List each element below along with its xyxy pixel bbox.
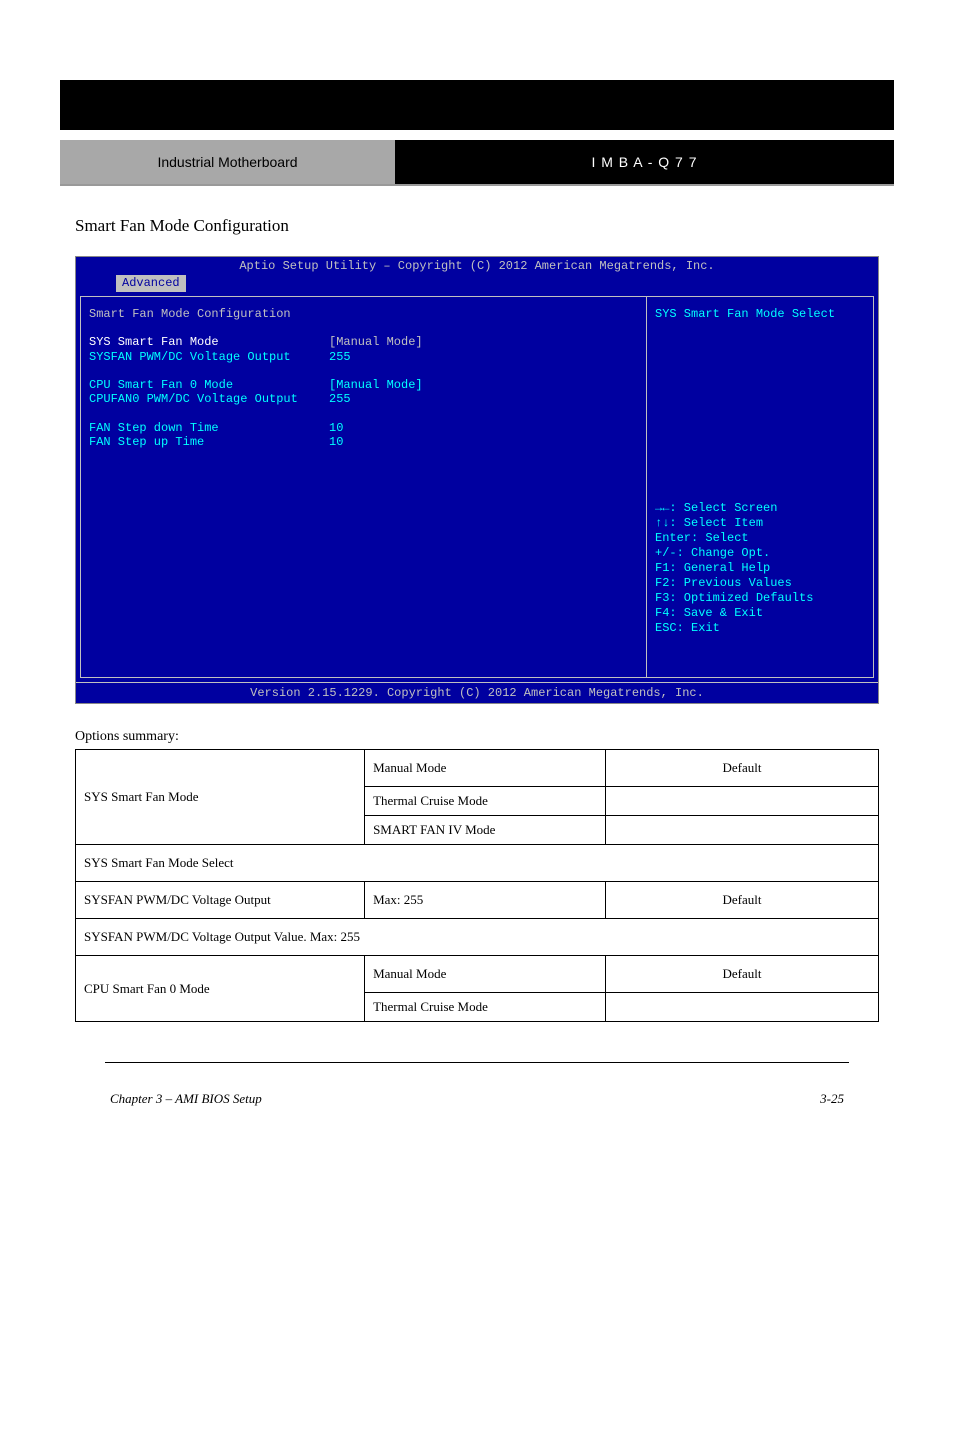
table-row: SYSFAN PWM/DC Voltage Output Max: 255 De… (76, 882, 879, 919)
option-cell: Manual Mode (365, 750, 606, 787)
bios-row: CPU Smart Fan 0 Mode[Manual Mode] (89, 378, 638, 392)
bios-row-value: 10 (329, 435, 343, 449)
footer-divider (105, 1062, 849, 1063)
desc-cell: SYS Smart Fan Mode Select (76, 845, 879, 882)
footer-right: 3-25 (820, 1091, 844, 1107)
bios-tab-advanced: Advanced (116, 275, 186, 291)
table-row: SYSFAN PWM/DC Voltage Output Value. Max:… (76, 919, 879, 956)
default-cell: Default (605, 750, 878, 787)
setting-cell: SYS Smart Fan Mode (76, 750, 365, 845)
bios-help-line: ESC: Exit (655, 621, 865, 636)
bios-row: FAN Step up Time10 (89, 435, 638, 449)
section-title: Smart Fan Mode Configuration (75, 216, 894, 236)
bios-row-label: FAN Step up Time (89, 435, 329, 449)
default-cell (605, 787, 878, 816)
table-row: SYS Smart Fan Mode Manual Mode Default (76, 750, 879, 787)
bios-side-description: SYS Smart Fan Mode Select (655, 307, 865, 321)
bios-side-panel: SYS Smart Fan Mode Select →←: Select Scr… (647, 296, 874, 678)
bios-help-line: +/-: Change Opt. (655, 546, 865, 561)
bios-row-value: 255 (329, 350, 351, 364)
bios-help-line: →←: Select Screen (655, 501, 865, 516)
bios-body: Smart Fan Mode Configuration SYS Smart F… (76, 292, 878, 682)
option-cell: Max: 255 (365, 882, 606, 919)
bios-row: FAN Step down Time10 (89, 421, 638, 435)
bios-row: SYS Smart Fan Mode[Manual Mode] (89, 335, 638, 349)
bios-help-line: F3: Optimized Defaults (655, 591, 865, 606)
bios-help-line: F4: Save & Exit (655, 606, 865, 621)
setting-cell: CPU Smart Fan 0 Mode (76, 956, 365, 1022)
option-cell: SMART FAN IV Mode (365, 816, 606, 845)
setting-cell: SYSFAN PWM/DC Voltage Output (76, 882, 365, 919)
bios-help-line: ↑↓: Select Item (655, 516, 865, 531)
default-cell (605, 816, 878, 845)
default-cell: Default (605, 956, 878, 993)
desc-cell: SYSFAN PWM/DC Voltage Output Value. Max:… (76, 919, 879, 956)
bios-row: CPUFAN0 PWM/DC Voltage Output255 (89, 392, 638, 406)
table-row: SYS Smart Fan Mode Select (76, 845, 879, 882)
bios-main-panel: Smart Fan Mode Configuration SYS Smart F… (80, 296, 647, 678)
header-right-cell: I M B A - Q 7 7 (395, 140, 894, 184)
bios-help-line: F1: General Help (655, 561, 865, 576)
bios-row-value: 10 (329, 421, 343, 435)
default-cell: Default (605, 882, 878, 919)
bios-row-label: SYS Smart Fan Mode (89, 335, 329, 349)
footer-left: Chapter 3 – AMI BIOS Setup (110, 1091, 262, 1107)
bios-row-label: CPU Smart Fan 0 Mode (89, 378, 329, 392)
footer: Chapter 3 – AMI BIOS Setup 3-25 (110, 1091, 844, 1107)
default-cell (605, 993, 878, 1022)
bios-row-value: [Manual Mode] (329, 378, 423, 392)
header-bar: Industrial Motherboard I M B A - Q 7 7 (60, 140, 894, 186)
bios-bottom-bar: Version 2.15.1229. Copyright (C) 2012 Am… (76, 682, 878, 703)
bios-row: SYSFAN PWM/DC Voltage Output255 (89, 350, 638, 364)
header-black-band (60, 80, 894, 130)
bios-row-value: 255 (329, 392, 351, 406)
options-table: SYS Smart Fan Mode Manual Mode Default T… (75, 749, 879, 1022)
bios-main-heading: Smart Fan Mode Configuration (89, 307, 638, 321)
bios-screenshot: Aptio Setup Utility – Copyright (C) 2012… (75, 256, 879, 704)
bios-row-value: [Manual Mode] (329, 335, 423, 349)
option-cell: Thermal Cruise Mode (365, 787, 606, 816)
bios-help-line: F2: Previous Values (655, 576, 865, 591)
bios-top-bar: Aptio Setup Utility – Copyright (C) 2012… (76, 257, 878, 275)
options-summary-label: Options summary: (75, 729, 894, 745)
table-row: CPU Smart Fan 0 Mode Manual Mode Default (76, 956, 879, 993)
bios-tab-row: Advanced (76, 275, 878, 291)
bios-help-line: Enter: Select (655, 531, 865, 546)
bios-row-label: CPUFAN0 PWM/DC Voltage Output (89, 392, 329, 406)
bios-row-label: SYSFAN PWM/DC Voltage Output (89, 350, 329, 364)
header-left-cell: Industrial Motherboard (60, 140, 395, 184)
option-cell: Thermal Cruise Mode (365, 993, 606, 1022)
bios-help: →←: Select Screen↑↓: Select ItemEnter: S… (655, 501, 865, 636)
bios-row-label: FAN Step down Time (89, 421, 329, 435)
option-cell: Manual Mode (365, 956, 606, 993)
